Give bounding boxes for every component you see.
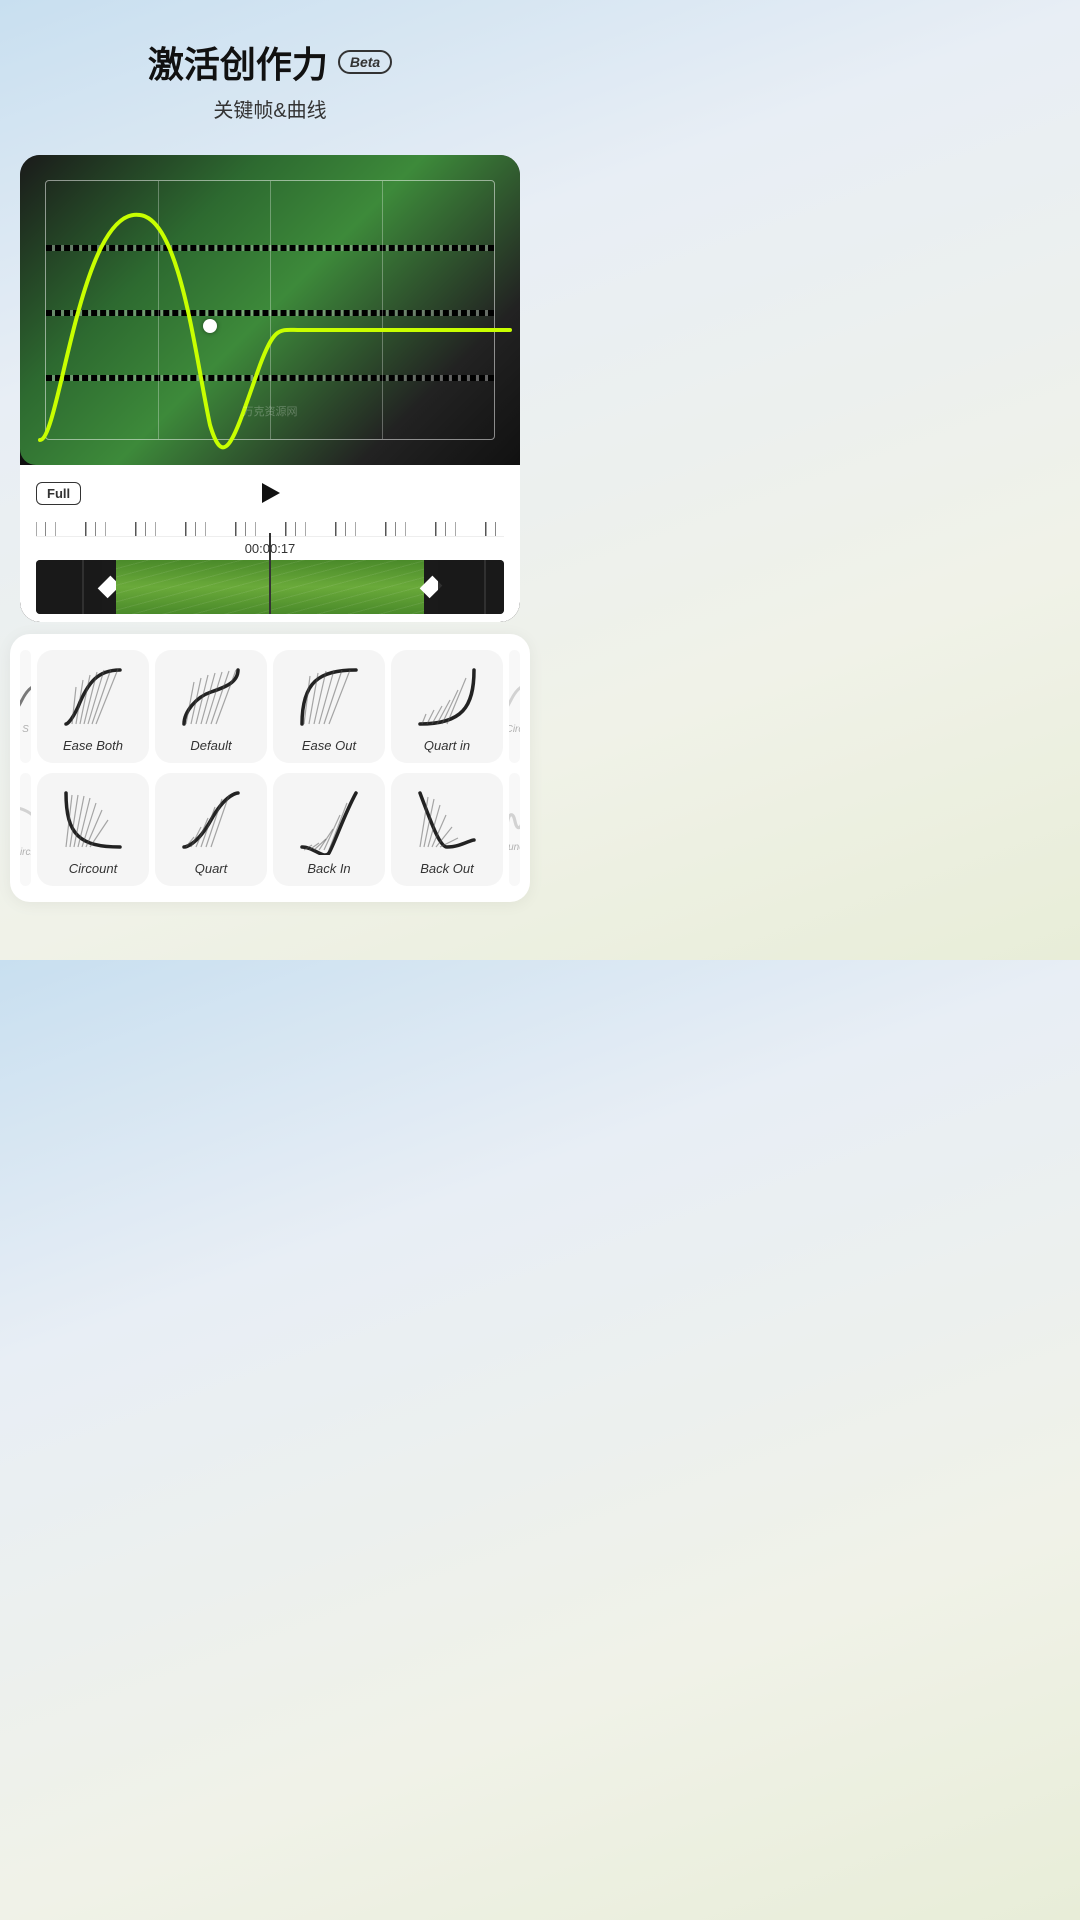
ease-both-icon xyxy=(58,662,128,732)
ease-out-label: Ease Out xyxy=(302,738,356,753)
time-display: 00:00:17 xyxy=(36,537,504,560)
full-mode-badge[interactable]: Full xyxy=(36,482,81,505)
default-label: Default xyxy=(190,738,231,753)
back-out-icon xyxy=(412,785,482,855)
curve-control-point[interactable] xyxy=(203,319,217,333)
filmstrip[interactable] xyxy=(36,560,504,614)
back-in-icon xyxy=(294,785,364,855)
quart-in-icon xyxy=(412,662,482,732)
easing-card-quart[interactable]: Quart xyxy=(155,773,267,886)
circount-icon xyxy=(58,785,128,855)
easing-card-circount[interactable]: Circount xyxy=(37,773,149,886)
beta-badge: Beta xyxy=(338,50,392,74)
easing-card-quart-in[interactable]: Quart in xyxy=(391,650,503,763)
easing-panel: S Ease Both xyxy=(10,634,530,902)
easing-card-default[interactable]: Default xyxy=(155,650,267,763)
svg-text:∿: ∿ xyxy=(509,805,520,836)
circ-icon xyxy=(509,678,520,722)
easing-side-left-bottom[interactable]: Circin xyxy=(20,773,31,886)
quart-in-label: Quart in xyxy=(424,738,470,753)
header: 激活创作力 Beta 关键帧&曲线 xyxy=(0,0,540,139)
easing-card-ease-out[interactable]: Ease Out xyxy=(273,650,385,763)
back-in-label: Back In xyxy=(307,861,350,876)
easing-card-ease-both[interactable]: Ease Both xyxy=(37,650,149,763)
bounce-icon: ∿ xyxy=(509,796,520,840)
play-button[interactable] xyxy=(255,477,287,509)
circin-icon xyxy=(20,801,31,845)
playback-controls: Full 00:00:17 xyxy=(20,465,520,622)
page-subtitle: 关键帧&曲线 xyxy=(20,94,520,123)
s-curve-icon xyxy=(20,678,31,722)
easing-row-1-wrapper: S Ease Both xyxy=(20,650,520,763)
page-title: 激活创作力 Beta xyxy=(148,36,392,88)
animation-curve xyxy=(20,155,520,465)
easing-side-right-top[interactable]: Circ xyxy=(509,650,520,763)
default-icon xyxy=(176,662,246,732)
easing-row-2-wrapper: Circin Circount xyxy=(20,773,520,886)
play-icon xyxy=(262,483,280,503)
ease-out-icon xyxy=(294,662,364,732)
easing-main-row-1: Ease Both Default xyxy=(37,650,503,763)
quart-icon xyxy=(176,785,246,855)
circount-label: Circount xyxy=(69,861,117,876)
easing-card-back-out[interactable]: Back Out xyxy=(391,773,503,886)
back-out-label: Back Out xyxy=(420,861,473,876)
watermark: 万克资源网 xyxy=(243,403,298,419)
video-preview: 万克资源网 xyxy=(20,155,520,465)
easing-main-row-2: Circount Quart xyxy=(37,773,503,886)
easing-side-left-top[interactable]: S xyxy=(20,650,31,763)
easing-side-right-bottom[interactable]: ∿ Bounce-J xyxy=(509,773,520,886)
ease-both-label: Ease Both xyxy=(63,738,123,753)
easing-card-back-in[interactable]: Back In xyxy=(273,773,385,886)
quart-label: Quart xyxy=(195,861,228,876)
video-container: 万克资源网 Full 00:00:17 xyxy=(20,155,520,622)
